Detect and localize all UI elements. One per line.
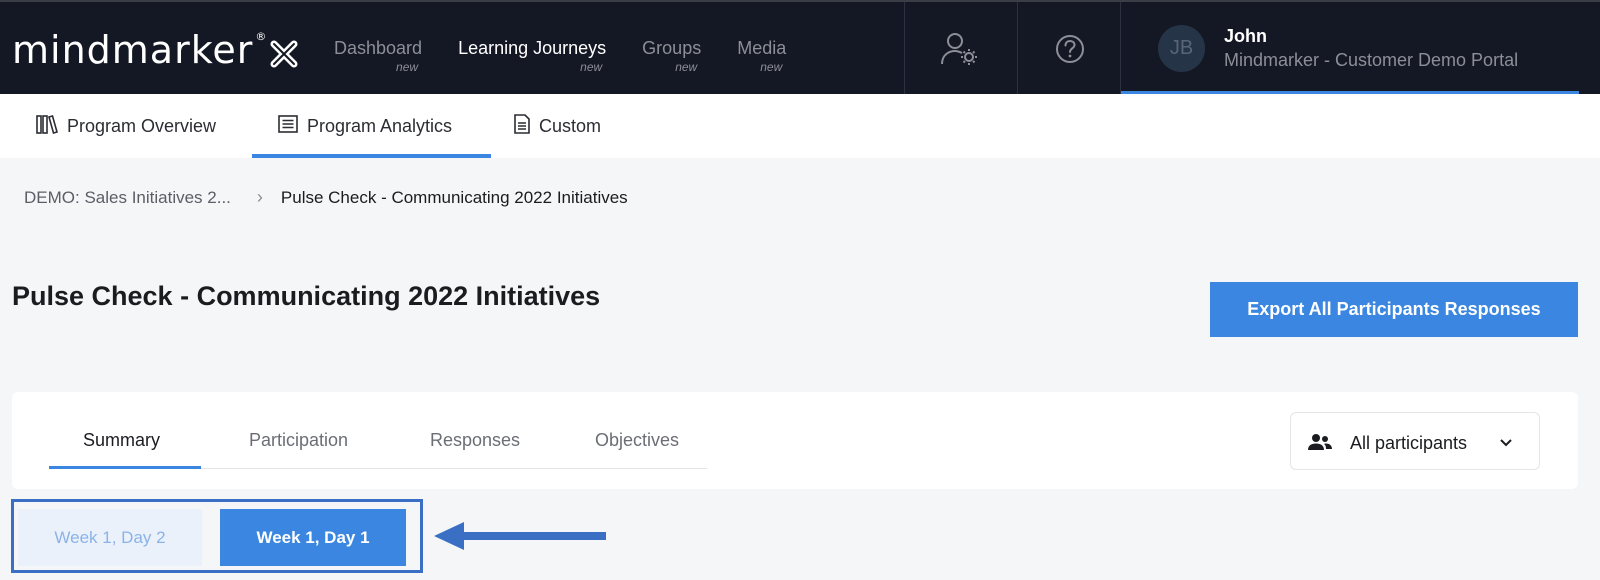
tab-program-overview[interactable]: Program Overview	[36, 94, 216, 158]
user-menu[interactable]: JB John Mindmarker - Customer Demo Porta…	[1121, 2, 1579, 96]
week-tab-week1-day1[interactable]: Week 1, Day 1	[220, 509, 406, 566]
nav-label: Learning Journeys	[458, 38, 607, 58]
user-name: John	[1224, 26, 1267, 46]
nav-item-groups[interactable]: Groups new	[642, 38, 702, 74]
avatar: JB	[1158, 25, 1205, 72]
participants-icon	[1308, 433, 1332, 456]
week-tab-week1-day2[interactable]: Week 1, Day 2	[18, 509, 202, 566]
registered-mark: ®	[255, 30, 268, 43]
program-subnav: Program Overview Program Analytics Custo…	[0, 94, 1600, 158]
nav-divider	[904, 2, 905, 94]
active-tab-underline	[49, 466, 201, 469]
new-badge: new	[580, 60, 603, 74]
chevron-right-icon: ›	[256, 187, 263, 207]
page-title: Pulse Check - Communicating 2022 Initiat…	[12, 281, 601, 311]
nav-divider	[1017, 2, 1018, 94]
nav-label: Media	[737, 38, 787, 58]
breadcrumb-current: Pulse Check - Communicating 2022 Initiat…	[280, 187, 628, 207]
week-selector-highlight: Week 1, Day 2 Week 1, Day 1	[11, 499, 423, 573]
filter-selected-value: All participants	[1350, 433, 1468, 453]
books-icon	[36, 114, 58, 139]
breadcrumb: DEMO: Sales Initiatives 2... › Pulse Che…	[24, 187, 628, 208]
new-badge: new	[760, 60, 783, 74]
logo-x-icon	[269, 34, 299, 78]
tab-custom[interactable]: Custom	[514, 94, 601, 158]
tab-objectives[interactable]: Objectives	[595, 430, 679, 451]
nav-label: Dashboard	[334, 38, 423, 58]
nav-item-media[interactable]: Media new	[737, 38, 787, 74]
analytics-card: Summary Participation Responses Objectiv…	[12, 392, 1578, 489]
export-responses-button[interactable]: Export All Participants Responses	[1210, 282, 1578, 337]
annotation-arrow-icon	[434, 521, 606, 556]
tab-label: Custom	[539, 115, 602, 136]
analytics-tabs: Summary Participation Responses Objectiv…	[49, 392, 707, 469]
nav-label: Groups	[642, 38, 702, 58]
list-icon	[278, 114, 298, 138]
mindmarker-logo[interactable]: mindmarker ®	[12, 28, 299, 78]
document-icon	[514, 113, 530, 139]
tab-summary[interactable]: Summary	[83, 430, 160, 451]
nav-item-learning-journeys[interactable]: Learning Journeys new	[458, 38, 607, 74]
top-bar: mindmarker ® Dashboard new Learning Jour…	[0, 0, 1600, 96]
nav-item-dashboard[interactable]: Dashboard new	[334, 38, 423, 74]
tab-label: Program Analytics	[307, 115, 453, 136]
main-nav: Dashboard new Learning Journeys new Grou…	[334, 38, 822, 74]
new-badge: new	[396, 60, 419, 74]
portal-name: Mindmarker - Customer Demo Portal	[1224, 50, 1519, 70]
participants-filter-dropdown[interactable]: All participants	[1290, 412, 1540, 470]
user-settings-icon[interactable]	[940, 30, 980, 68]
new-badge: new	[675, 60, 698, 74]
breadcrumb-parent-link[interactable]: DEMO: Sales Initiatives 2...	[24, 188, 231, 208]
tab-responses[interactable]: Responses	[430, 430, 520, 451]
tab-label: Program Overview	[67, 115, 217, 136]
chevron-down-icon	[1499, 435, 1513, 453]
help-icon[interactable]	[1050, 30, 1090, 68]
tab-participation[interactable]: Participation	[249, 430, 348, 451]
tab-program-analytics[interactable]: Program Analytics	[252, 94, 491, 158]
logo-text: mindmarker	[12, 28, 254, 72]
